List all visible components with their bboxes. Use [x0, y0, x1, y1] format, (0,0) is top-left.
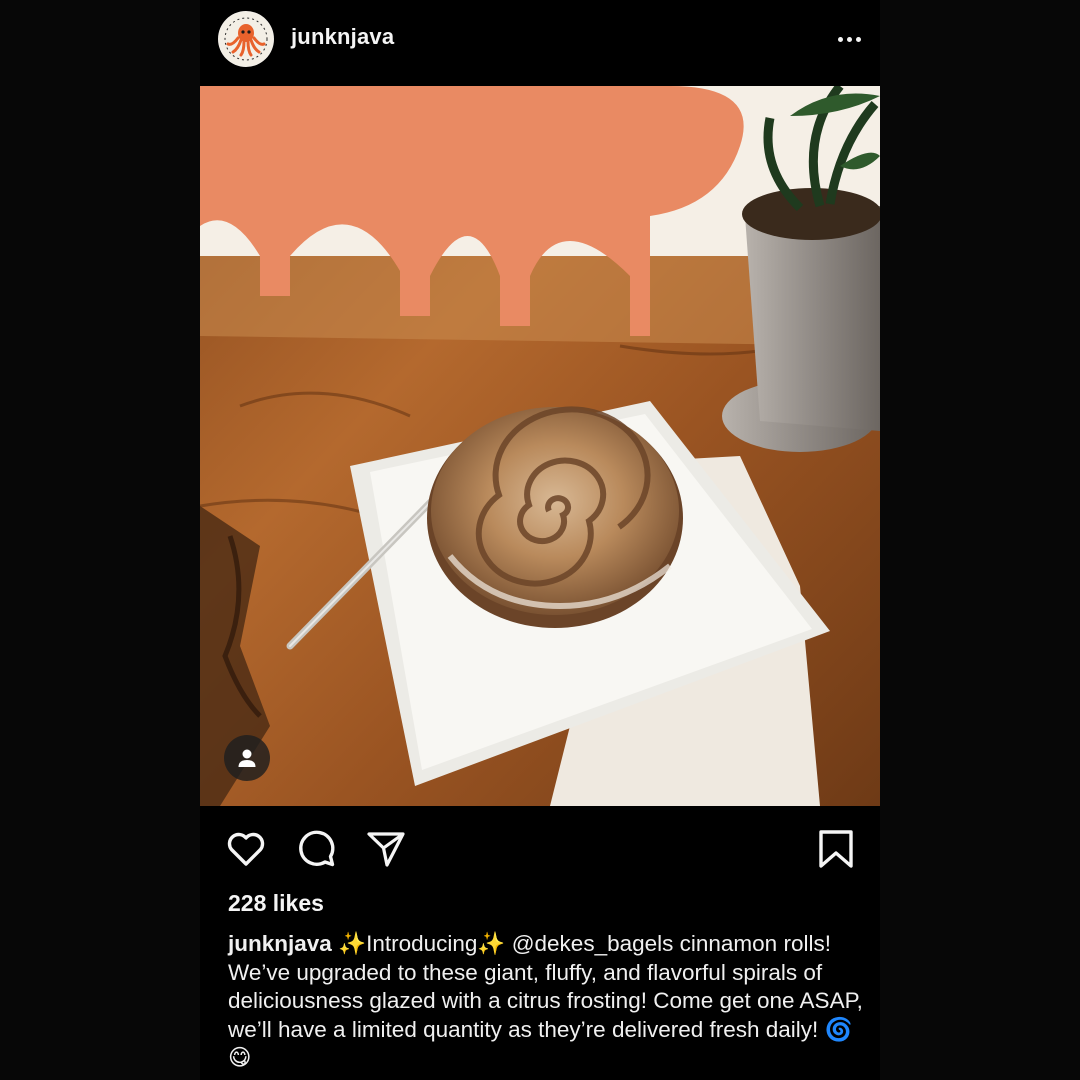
caption-username[interactable]: junknjava	[228, 931, 332, 956]
cinnamon-roll-photo	[200, 86, 880, 806]
username[interactable]: junknjava	[291, 24, 394, 50]
post-caption: junknjava ✨Introducing✨ @dekes_bagels ci…	[228, 930, 868, 1073]
action-bar	[200, 806, 880, 892]
more-options-icon[interactable]	[832, 26, 866, 52]
caption-intro: Introducing	[366, 931, 478, 956]
dot	[855, 36, 861, 42]
sparkle-emoji: ✨	[338, 931, 367, 956]
octopus-logo-icon	[219, 12, 273, 66]
comment-icon[interactable]	[293, 826, 339, 872]
person-icon	[238, 749, 256, 767]
caption-mention[interactable]: @dekes_bagels	[512, 931, 674, 956]
bookmark-icon[interactable]	[813, 826, 859, 872]
swirl-emoji: 🌀	[824, 1016, 853, 1042]
dot	[846, 36, 852, 42]
post-header: junknjava	[200, 0, 880, 86]
yum-emoji: 😋	[228, 1045, 252, 1070]
instagram-post: junknjava 228 likes junknjava ✨Introduci…	[200, 0, 880, 1080]
likes-count[interactable]: 228 likes	[228, 890, 324, 917]
tagged-person-icon[interactable]	[224, 735, 270, 781]
send-icon[interactable]	[363, 826, 409, 872]
post-photo[interactable]	[200, 86, 880, 806]
dot	[837, 36, 843, 42]
sparkle-emoji: ✨	[477, 931, 506, 956]
avatar[interactable]	[218, 11, 274, 67]
heart-icon[interactable]	[223, 826, 269, 872]
